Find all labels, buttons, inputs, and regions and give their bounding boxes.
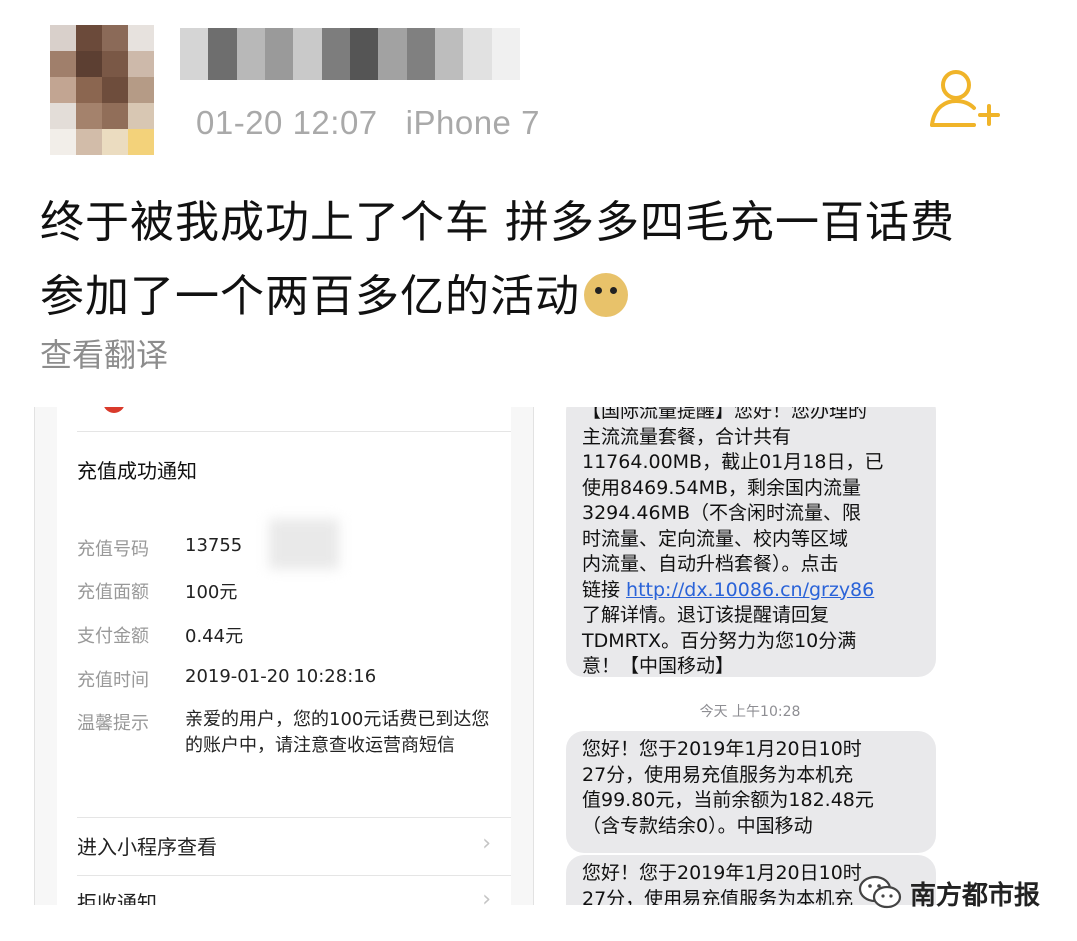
sms-timestamp: 今天 上午10:28: [699, 704, 801, 720]
recharge-screenshot: 充值成功通知 充值号码 13755 充值面额 100元 支付金额 0.44元 充…: [34, 407, 534, 905]
sms-bubble-recharge[interactable]: 您好！您于2019年1月20日10时 27分，使用易充值服务为本机充 值99.8…: [566, 731, 936, 853]
sms-line: 时流量、定向流量、校内等区域: [582, 527, 849, 550]
phone-blur-mask: [269, 519, 339, 569]
row-value-phone: 13755: [185, 535, 243, 556]
sms-line: 【国际流量提醒】您好！您办理的: [582, 407, 868, 422]
post-meta: 01-20 12:07 iPhone 7: [196, 104, 540, 142]
watermark-text: 南方都市报: [910, 880, 1041, 911]
post-text-line2: 参加了一个两百多亿的活动: [40, 260, 628, 324]
sms-link[interactable]: http://dx.10086.cn/grzy86: [626, 579, 874, 601]
row-label-time: 充值时间: [77, 670, 149, 691]
row-value-amount: 100元: [185, 582, 238, 603]
sms-line: 主流流量套餐，合计共有: [582, 425, 792, 448]
chevron-right-icon: ›: [482, 887, 491, 905]
divider: [77, 875, 511, 876]
sms-screenshot: 【国际流量提醒】您好！您办理的 主流流量套餐，合计共有 11764.00MB，截…: [544, 407, 956, 905]
row-label-hint: 温馨提示: [77, 713, 149, 734]
chevron-right-icon: ›: [482, 831, 491, 856]
avatar[interactable]: [50, 25, 154, 155]
add-user-icon[interactable]: [928, 65, 1000, 131]
sms-line: 3294.46MB（不含闲时流量、限: [582, 502, 861, 524]
sms-line: 意！【中国移动】: [582, 655, 735, 677]
username-blurred[interactable]: [180, 28, 520, 80]
sms-line: 27分，使用易充值服务为本机充: [582, 763, 854, 786]
row-label-phone: 充值号码: [77, 539, 149, 560]
post-text-line1: 终于被我成功上了个车 拼多多四毛充一百话费: [40, 197, 955, 248]
recharge-card: 充值成功通知 充值号码 13755 充值面额 100元 支付金额 0.44元 充…: [57, 407, 511, 905]
sms-bubble-data-usage[interactable]: 【国际流量提醒】您好！您办理的 主流流量套餐，合计共有 11764.00MB，截…: [566, 407, 936, 677]
sms-link-prefix: 链接: [582, 578, 627, 601]
sms-line-link: 链接 http://dx.10086.cn/grzy86: [582, 578, 922, 604]
sms-line: （含专款结余0）。中国移动: [582, 814, 813, 837]
translate-link[interactable]: 查看翻译: [40, 330, 168, 376]
app-logo-icon: [103, 407, 125, 413]
row-label-paid: 支付金额: [77, 626, 149, 647]
wechat-icon: [858, 875, 902, 909]
doge-emoji-icon: [584, 273, 628, 317]
row-value-hint: 亲爱的用户，您的100元话费已到达您的账户中，请注意查收运营商短信: [185, 709, 490, 756]
divider: [77, 431, 511, 432]
sms-line: 内流量、自动升档套餐）。点击: [582, 553, 839, 575]
row-value-time: 2019-01-20 10:28:16: [185, 666, 377, 687]
watermark: 南方都市报: [858, 873, 1040, 913]
row-value-paid: 0.44元: [185, 626, 244, 647]
sms-line: 11764.00MB，截止01月18日，已: [582, 451, 884, 473]
sms-line: 使用8469.54MB，剩余国内流量: [582, 476, 861, 499]
sms-line: TDMRTX。百分努力为您10分满: [582, 629, 857, 652]
sms-line: 值99.80元，当前余额为182.48元: [582, 789, 874, 811]
card-title: 充值成功通知: [77, 459, 197, 483]
row-label-amount: 充值面额: [77, 582, 149, 603]
open-miniprogram-button[interactable]: 进入小程序查看: [77, 831, 217, 860]
post-text-line2-content: 参加了一个两百多亿的活动: [40, 271, 580, 322]
post-device: iPhone 7: [405, 104, 540, 141]
reject-notification-button[interactable]: 拒收通知: [77, 887, 157, 905]
post-timestamp: 01-20 12:07: [196, 104, 378, 141]
sms-line: 您好！您于2019年1月20日10时: [582, 738, 862, 760]
divider: [77, 817, 511, 818]
sms-line: 了解详情。退订该提醒请回复: [582, 604, 830, 626]
